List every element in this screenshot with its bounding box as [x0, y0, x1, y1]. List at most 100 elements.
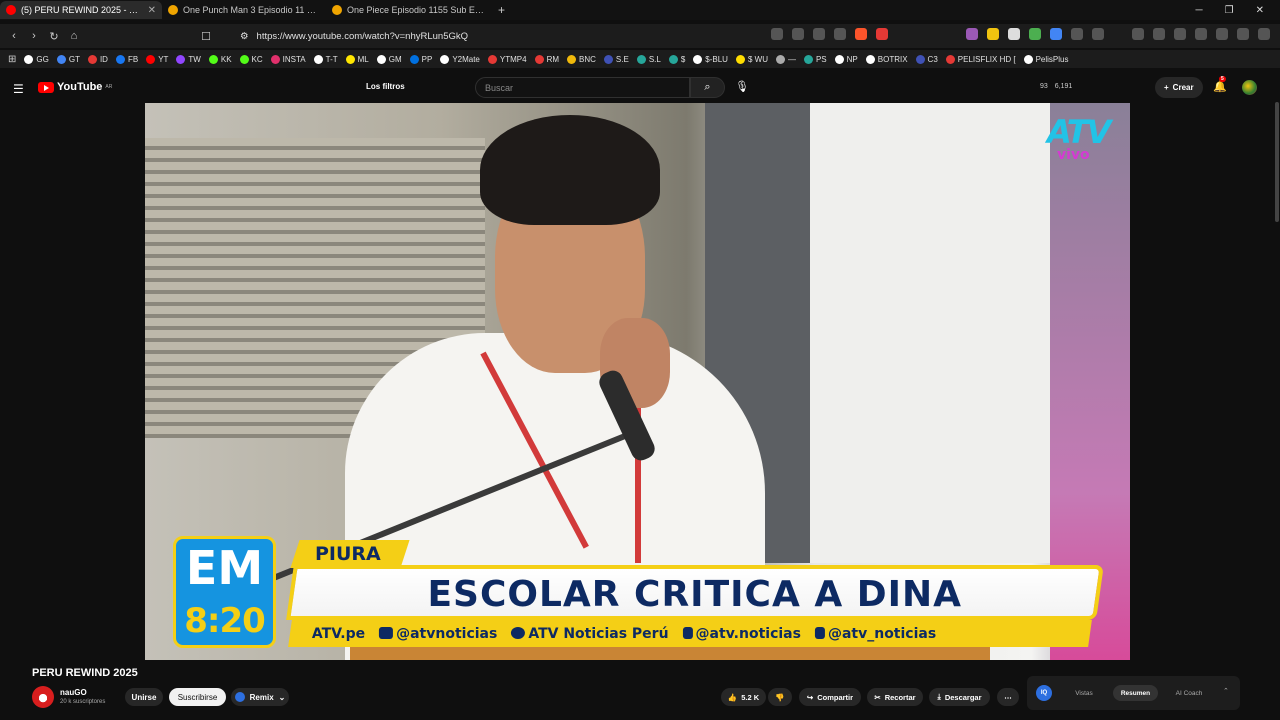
bookmark-item[interactable]: TW	[176, 54, 201, 64]
bookmark-item[interactable]: PP	[409, 54, 432, 64]
bookmark-item[interactable]: Y2Mate	[440, 54, 480, 64]
bookmark-item[interactable]: KK	[208, 54, 232, 64]
download-icon[interactable]	[1132, 28, 1144, 40]
bookmark-item[interactable]: INSTA	[270, 54, 306, 64]
bookmark-item[interactable]: C3	[915, 54, 938, 64]
extension-icon[interactable]	[771, 28, 783, 40]
brave-shield-icon[interactable]	[855, 28, 867, 40]
dislike-button[interactable]: 👎	[768, 688, 792, 706]
bookmark-item[interactable]: S.L	[636, 54, 661, 64]
minimize-icon[interactable]: ─	[1196, 5, 1203, 16]
tab-one-punch-man[interactable]: One Punch Man 3 Episodio 11 Sub E	[162, 1, 326, 19]
like-button[interactable]: 👍 5.2 K	[721, 688, 766, 706]
bookmark-item[interactable]: GM	[376, 54, 402, 64]
bookmark-item[interactable]: PelisPlus	[1023, 54, 1068, 64]
filters-button[interactable]: Los filtros	[366, 82, 405, 91]
forward-icon[interactable]: ›	[24, 30, 44, 42]
bookmark-item[interactable]: BNC	[567, 54, 596, 64]
home-icon[interactable]: ⌂	[64, 30, 84, 42]
apps-grid-icon[interactable]: ⊞	[8, 54, 16, 65]
share-icon[interactable]	[834, 28, 846, 40]
reload-icon[interactable]: ↻	[44, 30, 64, 43]
video-player[interactable]: ATV vivo EM 8:20 PIURA ESCOLAR CRITICA A…	[145, 103, 1130, 660]
bookmark-item[interactable]: T-T	[313, 54, 338, 64]
tab-title: One Piece Episodio 1155 Sub Españo	[347, 5, 484, 15]
bookmark-item[interactable]: YTMP4	[487, 54, 527, 64]
youtube-favicon-icon	[6, 5, 16, 15]
rewards-icon[interactable]	[876, 28, 888, 40]
join-button[interactable]: Unirse	[125, 688, 163, 706]
restore-icon[interactable]: ❐	[1225, 5, 1234, 16]
bookmark-item[interactable]: $-BLU	[693, 54, 728, 64]
bookmark-item[interactable]: ML	[345, 54, 369, 64]
bookmark-item[interactable]: FB	[115, 54, 138, 64]
chevron-up-icon[interactable]: ⌃	[1223, 687, 1229, 695]
more-actions-button[interactable]: ⋯	[997, 688, 1019, 706]
search-button[interactable]: ⌕	[690, 77, 725, 98]
search-input[interactable]: Buscar	[475, 77, 690, 98]
remix-button[interactable]: Remix ⌄	[231, 688, 289, 706]
bookmark-favicon-icon	[313, 54, 323, 64]
bookmark-item[interactable]: PS	[803, 54, 827, 64]
bookmark-item[interactable]: ID	[87, 54, 108, 64]
puzzle-icon[interactable]	[1071, 28, 1083, 40]
bookmark-item[interactable]: YT	[146, 54, 168, 64]
ai-tab-coach[interactable]: AI Coach	[1167, 685, 1211, 701]
close-icon[interactable]: ✕	[148, 5, 156, 16]
back-icon[interactable]: ‹	[4, 30, 24, 42]
ai-tab-resumen[interactable]: Resumen	[1113, 685, 1158, 701]
tab-active[interactable]: (5) PERU REWIND 2025 - You ✕	[0, 1, 162, 19]
podium	[350, 647, 990, 660]
extension-icon[interactable]	[1029, 28, 1041, 40]
ai-tab-vistas[interactable]: Vistas	[1065, 685, 1103, 701]
vpn-icon[interactable]	[1237, 28, 1249, 40]
extension-icon[interactable]	[966, 28, 978, 40]
user-avatar[interactable]	[1242, 80, 1257, 95]
bookmark-item[interactable]: RM	[534, 54, 559, 64]
bookmark-icon[interactable]: ☐	[196, 30, 216, 43]
bookmark-item[interactable]: —	[775, 54, 796, 64]
close-window-icon[interactable]: ✕	[1256, 5, 1264, 16]
hamburger-menu-icon[interactable]: ☰	[13, 82, 24, 96]
menu-icon[interactable]	[1258, 28, 1270, 40]
bookmark-item[interactable]: GT	[56, 54, 80, 64]
bookmark-item[interactable]: NP	[834, 54, 858, 64]
bookmark-favicon-icon	[376, 54, 386, 64]
bookmark-favicon-icon	[668, 54, 678, 64]
page-scrollbar[interactable]	[1275, 102, 1279, 222]
youtube-logo[interactable]: YouTube AR	[38, 81, 112, 93]
extension-icon[interactable]	[1092, 28, 1104, 40]
notifications-bell-icon[interactable]: 🔔 5	[1213, 76, 1227, 93]
extension-icon[interactable]	[987, 28, 999, 40]
split-icon[interactable]	[1195, 28, 1207, 40]
sidebar-icon[interactable]	[1174, 28, 1186, 40]
bookmark-item[interactable]: BOTRIX	[865, 54, 908, 64]
bookmark-item[interactable]: $ WU	[735, 54, 768, 64]
bookmark-item[interactable]: S.E	[603, 54, 629, 64]
url-field[interactable]: ⚙ https://www.youtube.com/watch?v=nhyRLu…	[240, 28, 770, 44]
subscribe-button[interactable]: Suscribirse	[169, 688, 226, 706]
bookmark-item[interactable]: GG	[24, 54, 49, 64]
music-icon[interactable]	[1153, 28, 1165, 40]
channel-avatar[interactable]	[32, 686, 54, 708]
download-button[interactable]: ⤓ Descargar	[929, 688, 990, 706]
create-button[interactable]: + Crear	[1155, 77, 1203, 98]
tab-one-piece[interactable]: One Piece Episodio 1155 Sub Españo	[326, 1, 490, 19]
program-name: EM	[185, 541, 264, 595]
microphone-icon[interactable]: 🎙	[735, 80, 749, 93]
extension-icon[interactable]	[1050, 28, 1062, 40]
bookmark-item[interactable]: PELISFLIX HD [	[945, 54, 1016, 64]
bookmark-favicon-icon	[534, 54, 544, 64]
extension-icon[interactable]	[1008, 28, 1020, 40]
bookmark-item[interactable]: $	[668, 54, 685, 64]
site-info-icon[interactable]: ⚙	[240, 31, 249, 42]
bookmark-item[interactable]: KC	[239, 54, 263, 64]
channel-name[interactable]: nauGO	[60, 688, 87, 697]
extension-icon[interactable]	[792, 28, 804, 40]
clip-button[interactable]: ✂ Recortar	[867, 688, 923, 706]
bookmark-favicon-icon	[270, 54, 280, 64]
new-tab-button[interactable]: +	[490, 3, 513, 17]
extension-icon[interactable]	[813, 28, 825, 40]
share-button[interactable]: ↪ Compartir	[799, 688, 861, 706]
ai-icon[interactable]	[1216, 28, 1228, 40]
